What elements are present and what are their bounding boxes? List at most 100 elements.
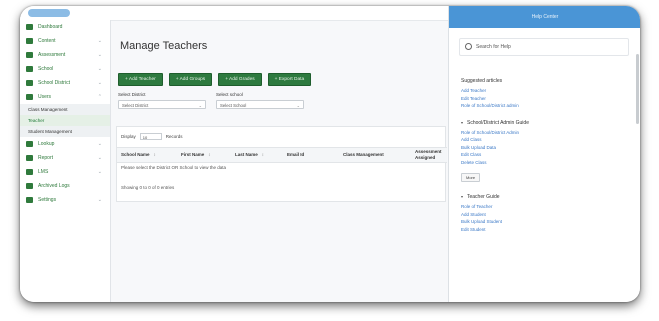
help-link[interactable]: Add Teacher [461, 87, 626, 95]
help-section-title: Teacher Guide [467, 194, 500, 200]
help-scrollbar[interactable] [636, 54, 639, 124]
column-header-email-id[interactable]: Email Id [287, 148, 304, 162]
column-header-last-name[interactable]: Last Name ↕ [235, 148, 264, 162]
top-bar [20, 6, 448, 21]
export-data-button[interactable]: + Export Data [267, 73, 312, 86]
help-search-input[interactable]: Search for Help [459, 38, 629, 56]
help-panel-title: Help Center [449, 6, 640, 28]
chevron-up-icon: ⌃ [97, 94, 102, 100]
help-section-title: School/District Admin Guide [467, 119, 529, 126]
sidebar-item-school-district[interactable]: School District ⌄ [20, 76, 110, 90]
school-select-value: Select School [220, 103, 247, 108]
records-label: Records [165, 134, 183, 139]
school-icon [26, 66, 33, 72]
collapse-triangle-icon: ▾ [461, 119, 464, 125]
sidebar-item-label: LMS [38, 169, 49, 175]
help-link[interactable]: Delete Class [461, 159, 626, 167]
sidebar-item-label: Content [38, 38, 56, 44]
dashboard-icon [26, 24, 33, 30]
sidebar-item-archived-logs[interactable]: Archived Logs [20, 179, 110, 193]
sidebar-subitem-student-management[interactable]: Student Management [20, 126, 110, 137]
column-header-school-name[interactable]: School Name ↕ [121, 148, 156, 162]
sidebar-item-users[interactable]: Users ⌃ [20, 90, 110, 104]
sidebar-item-label: Assessment [38, 52, 66, 58]
help-link[interactable]: Bulk Upload Student [461, 218, 626, 226]
help-link[interactable]: Bulk Upload Data [461, 144, 626, 152]
add-groups-button[interactable]: + Add Groups [168, 73, 213, 86]
chevron-down-icon: ⌄ [97, 155, 102, 161]
add-teacher-button[interactable]: + Add Teacher [118, 73, 163, 86]
sidebar-item-dashboard[interactable]: Dashboard [20, 20, 110, 34]
chevron-down-icon: ⌄ [97, 52, 102, 58]
sidebar-item-label: Dashboard [38, 24, 63, 30]
sidebar-item-label: Settings [38, 197, 57, 203]
sidebar-item-lookup[interactable]: Lookup ⌄ [20, 137, 110, 151]
sidebar-item-label: School [38, 66, 54, 72]
sidebar-item-label: School District [38, 80, 70, 86]
table-header: School Name ↕ First Name ↕ Last Name ↕ Emai… [117, 147, 447, 163]
display-label: Display [121, 134, 136, 139]
sidebar-item-report[interactable]: Report ⌄ [20, 151, 110, 165]
report-icon [26, 155, 33, 161]
sidebar-item-lms[interactable]: LMS ⌄ [20, 165, 110, 179]
sort-icon: ↕ [153, 152, 156, 157]
column-header-class-management[interactable]: Class Management [343, 148, 384, 162]
more-button[interactable]: More [461, 173, 481, 182]
sidebar-item-label: Report [38, 155, 54, 161]
help-link[interactable]: Role of Teacher [461, 203, 626, 211]
app-window: Dashboard Content ⌄ Assessment ⌄ School … [20, 6, 640, 302]
collapse-triangle-icon: ▾ [461, 194, 464, 199]
logo[interactable] [28, 9, 70, 17]
help-panel: Help Center Search for Help Suggested ar… [448, 6, 640, 302]
sidebar-item-assessment[interactable]: Assessment ⌄ [20, 48, 110, 62]
school-select[interactable]: Select School ⌄ [216, 100, 304, 109]
chevron-down-icon: ⌄ [198, 103, 202, 108]
help-link[interactable]: Add Student [461, 211, 626, 219]
sort-icon: ↕ [208, 152, 211, 157]
column-header-assessment-assigned[interactable]: Assessment Assigned [415, 149, 445, 163]
lms-icon [26, 169, 33, 175]
assessment-icon [26, 52, 33, 58]
logs-icon [26, 183, 33, 189]
table-entries-info: Showing 0 to 0 of 0 entries [121, 185, 175, 190]
help-link[interactable]: Edit Student [461, 226, 626, 234]
sort-icon: ↕ [261, 152, 265, 157]
help-search-placeholder: Search for Help [476, 44, 511, 50]
teachers-table-card: Display 10 Records School Name ↕ First Na… [116, 126, 447, 202]
sidebar-item-label: Users [38, 94, 52, 100]
content-icon [26, 38, 33, 44]
school-district-icon [26, 80, 33, 86]
help-link[interactable]: Role of School/District admin [461, 102, 626, 110]
help-section-teacher-guide[interactable]: ▾ Teacher Guide [461, 194, 626, 200]
district-select[interactable]: Select District ⌄ [118, 100, 206, 109]
sidebar-subitem-class-management[interactable]: Class Management [20, 104, 110, 115]
add-grades-button[interactable]: + Add Grades [218, 73, 262, 86]
column-header-first-name[interactable]: First Name ↕ [181, 148, 211, 162]
sidebar-item-label: Lookup [38, 141, 55, 147]
sidebar-subitem-teacher[interactable]: Teacher [20, 115, 110, 126]
lookup-icon [26, 141, 33, 147]
help-link[interactable]: Edit Class [461, 151, 626, 159]
display-records-row: Display 10 Records [121, 133, 183, 140]
chevron-down-icon: ⌄ [296, 103, 300, 108]
page-title: Manage Teachers [120, 40, 208, 52]
action-toolbar: + Add Teacher + Add Groups + Add Grades … [118, 73, 312, 86]
sidebar-item-label: Archived Logs [38, 183, 70, 189]
district-select-value: Select District [122, 103, 149, 108]
help-link[interactable]: Edit Teacher [461, 95, 626, 103]
help-articles: Suggested articles Add Teacher Edit Teac… [461, 78, 626, 233]
help-section-admin-guide[interactable]: ▾ School/District Admin Guide [461, 120, 626, 126]
main-content: Manage Teachers + Add Teacher + Add Grou… [116, 22, 447, 292]
users-icon [26, 94, 33, 100]
records-per-page-select[interactable]: 10 [139, 133, 162, 140]
help-link[interactable]: Role of School/District Admin [461, 129, 626, 137]
help-link[interactable]: Add Class [461, 136, 626, 144]
chevron-down-icon: ⌄ [97, 80, 102, 86]
sidebar-item-content[interactable]: Content ⌄ [20, 34, 110, 48]
chevron-down-icon: ⌄ [97, 38, 102, 44]
settings-icon [26, 197, 33, 203]
sidebar-item-school[interactable]: School ⌄ [20, 62, 110, 76]
sidebar-item-settings[interactable]: Settings ⌄ [20, 193, 110, 207]
chevron-down-icon: ⌄ [97, 169, 102, 175]
table-empty-message: Please select the District OR School to … [121, 165, 227, 170]
